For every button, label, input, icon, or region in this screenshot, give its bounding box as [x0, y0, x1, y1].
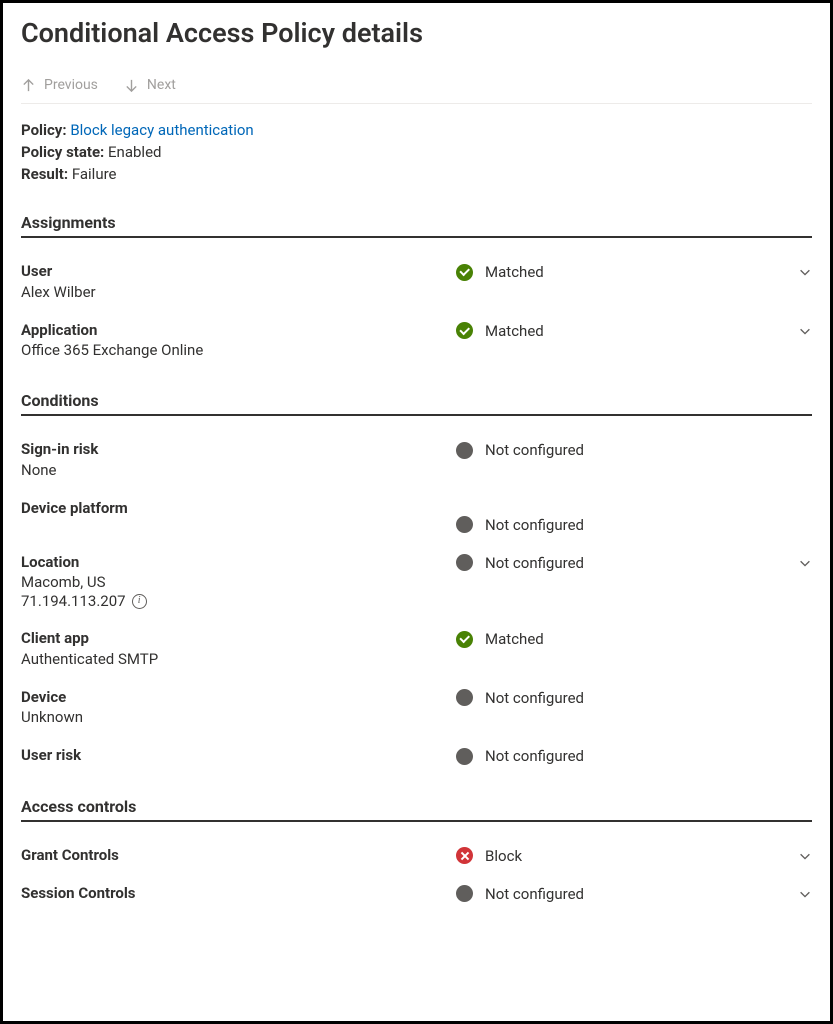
check-icon [456, 264, 473, 281]
dot-icon [456, 516, 473, 533]
location-status: Not configured [485, 554, 584, 572]
error-icon [456, 847, 473, 864]
client-app-status: Matched [485, 630, 544, 648]
application-status: Matched [485, 322, 544, 340]
policy-meta: Policy: Block legacy authentication Poli… [21, 120, 812, 185]
session-controls-label: Session Controls [21, 883, 456, 903]
nav-bar: Previous Next [21, 77, 812, 104]
result-label: Result: [21, 165, 68, 183]
info-icon[interactable]: i [132, 594, 147, 609]
device-value: Unknown [21, 707, 456, 727]
user-status: Matched [485, 263, 544, 281]
dot-icon [456, 689, 473, 706]
row-location[interactable]: Location Macomb, US 71.194.113.207 i Not… [21, 543, 812, 620]
dot-icon [456, 748, 473, 765]
device-label: Device [21, 687, 456, 707]
section-conditions: Conditions [21, 391, 812, 416]
row-session-controls[interactable]: Session Controls Not configured [21, 874, 812, 903]
user-risk-label: User risk [21, 745, 456, 765]
signin-risk-value: None [21, 460, 456, 480]
signin-risk-label: Sign-in risk [21, 439, 456, 459]
row-user-risk: User risk Not configured [21, 736, 812, 774]
location-label: Location [21, 552, 456, 572]
next-label: Next [147, 77, 176, 93]
client-app-label: Client app [21, 628, 456, 648]
previous-label: Previous [44, 77, 98, 93]
previous-button[interactable]: Previous [21, 77, 98, 93]
arrow-up-icon [21, 78, 36, 93]
row-signin-risk: Sign-in risk None Not configured [21, 430, 812, 489]
dot-icon [456, 442, 473, 459]
chevron-down-icon [798, 887, 812, 901]
policy-state-value: Enabled [108, 143, 161, 161]
session-controls-status: Not configured [485, 885, 584, 903]
device-platform-status: Not configured [485, 516, 584, 534]
chevron-down-icon [798, 324, 812, 338]
user-label: User [21, 261, 456, 281]
dot-icon [456, 554, 473, 571]
user-risk-status: Not configured [485, 747, 584, 765]
chevron-down-icon [798, 265, 812, 279]
policy-label: Policy: [21, 121, 67, 139]
check-icon [456, 631, 473, 648]
policy-link[interactable]: Block legacy authentication [70, 121, 253, 139]
row-device: Device Unknown Not configured [21, 678, 812, 737]
grant-controls-label: Grant Controls [21, 845, 456, 865]
dot-icon [456, 885, 473, 902]
section-assignments: Assignments [21, 213, 812, 238]
chevron-down-icon [798, 556, 812, 570]
device-platform-label: Device platform [21, 498, 456, 518]
location-ip: 71.194.113.207 [21, 592, 126, 610]
check-icon [456, 322, 473, 339]
policy-state-label: Policy state: [21, 143, 104, 161]
page-title: Conditional Access Policy details [21, 17, 812, 49]
client-app-value: Authenticated SMTP [21, 649, 456, 669]
chevron-down-icon [798, 849, 812, 863]
section-access-controls: Access controls [21, 797, 812, 822]
device-status: Not configured [485, 689, 584, 707]
result-value: Failure [72, 165, 117, 183]
row-grant-controls[interactable]: Grant Controls Block [21, 836, 812, 874]
row-client-app: Client app Authenticated SMTP Matched [21, 619, 812, 678]
application-value: Office 365 Exchange Online [21, 340, 456, 360]
application-label: Application [21, 320, 456, 340]
next-button[interactable]: Next [124, 77, 176, 93]
row-device-platform: Device platform Not configured [21, 489, 812, 543]
arrow-down-icon [124, 78, 139, 93]
grant-controls-status: Block [485, 847, 522, 865]
user-value: Alex Wilber [21, 282, 456, 302]
row-user[interactable]: User Alex Wilber Matched [21, 252, 812, 311]
location-value: Macomb, US [21, 572, 456, 592]
signin-risk-status: Not configured [485, 441, 584, 459]
row-application[interactable]: Application Office 365 Exchange Online M… [21, 311, 812, 370]
